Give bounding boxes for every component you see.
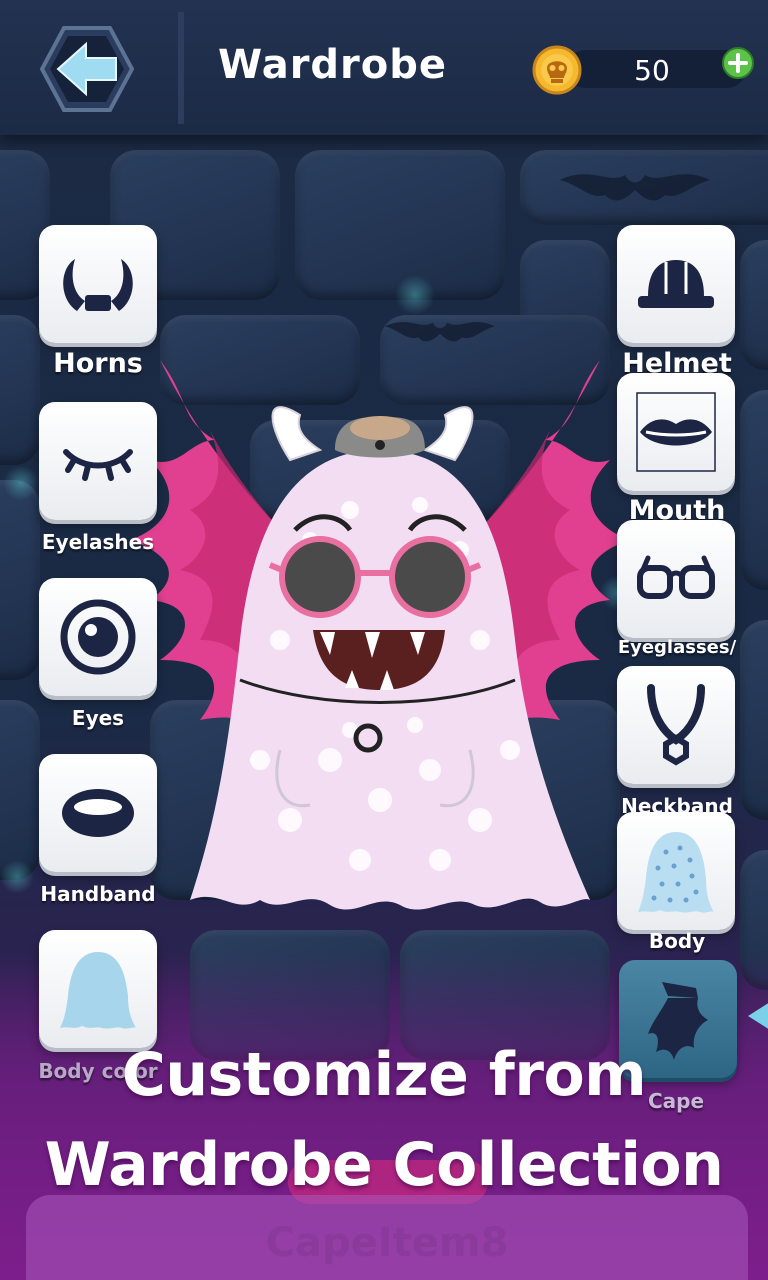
category-helmet-button[interactable] bbox=[617, 225, 735, 343]
dotted-ghost-body-icon bbox=[638, 832, 714, 913]
horns-icon bbox=[63, 259, 133, 311]
selected-category-pointer bbox=[748, 1002, 768, 1030]
category-body-pattern-button[interactable] bbox=[617, 812, 735, 930]
selected-item-name: CapeItem8 bbox=[265, 1220, 509, 1266]
necklace-icon bbox=[647, 684, 705, 766]
ghost-body-icon bbox=[60, 952, 136, 1029]
wristband-icon bbox=[62, 789, 134, 837]
top-bar: Wardrobe 50 bbox=[0, 0, 768, 135]
coin-count: 50 bbox=[634, 54, 670, 87]
category-body-pattern-label: Body bbox=[648, 929, 706, 953]
closed-eye-lashes-icon bbox=[63, 449, 133, 481]
category-eyeglasses-button[interactable] bbox=[617, 520, 735, 638]
category-body-color-button[interactable] bbox=[39, 930, 157, 1048]
category-handband-label: Handband bbox=[40, 882, 156, 906]
category-horns-label: Horns bbox=[53, 348, 143, 379]
ghost-character bbox=[130, 360, 630, 910]
category-eyelashes-button[interactable] bbox=[39, 402, 157, 520]
lips-icon bbox=[636, 392, 716, 472]
helmet-icon bbox=[638, 260, 714, 308]
category-handband-button[interactable] bbox=[39, 754, 157, 872]
category-neckband-button[interactable] bbox=[617, 666, 735, 784]
header-divider bbox=[178, 12, 184, 124]
category-horns-button[interactable] bbox=[39, 225, 157, 343]
white-horns bbox=[271, 406, 323, 462]
category-eyes-label: Eyes bbox=[71, 706, 125, 730]
back-arrow-icon bbox=[39, 26, 135, 112]
category-eyelashes-label: Eyelashes bbox=[41, 530, 155, 554]
category-eyes-button[interactable] bbox=[39, 578, 157, 696]
category-eyeglasses-label: Eyeglasses/ bbox=[617, 637, 737, 658]
back-button[interactable] bbox=[39, 24, 135, 114]
category-mouth-button[interactable] bbox=[617, 373, 735, 491]
add-coins-button[interactable] bbox=[722, 47, 754, 79]
skull-coin-icon bbox=[532, 45, 582, 95]
promo-caption-line2: Wardrobe Collection bbox=[44, 1130, 724, 1200]
eyeball-icon bbox=[60, 599, 136, 675]
bat-silhouette-icon bbox=[560, 174, 710, 201]
promo-caption-line1: Customize from bbox=[121, 1040, 647, 1110]
eyeglasses-icon bbox=[637, 555, 715, 599]
page-title: Wardrobe bbox=[218, 42, 448, 88]
